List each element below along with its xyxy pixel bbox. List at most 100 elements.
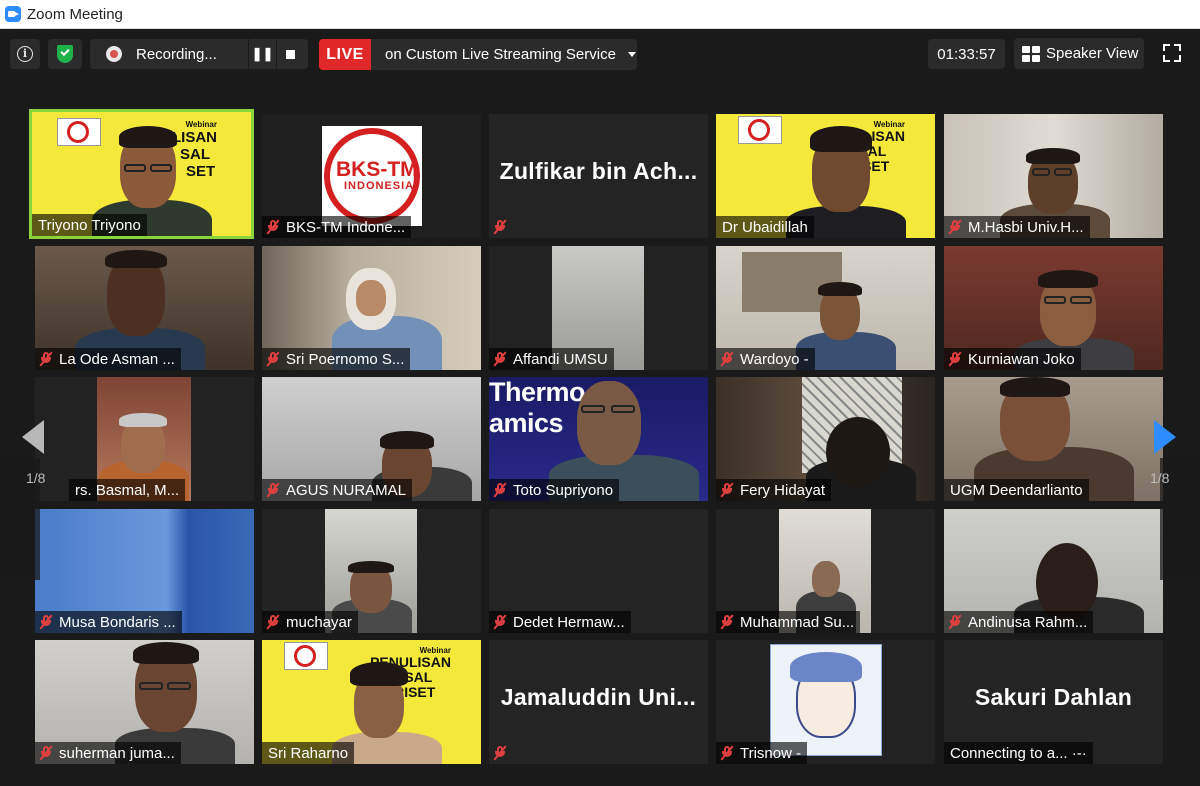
meeting-toolbar: i Recording... ❚❚ LIVE on Custom Live St… [0, 29, 1200, 79]
participant-name: Affandi UMSU [513, 350, 608, 368]
participant-name-tag: suherman juma... [35, 742, 181, 764]
participant-name: M.Hasbi Univ.H... [968, 218, 1084, 236]
participant-name: muchayar [286, 613, 352, 631]
muted-mic-icon [39, 351, 53, 367]
participant-tile[interactable]: Musa Bondaris ... [35, 509, 254, 633]
participant-tile[interactable]: Zulfikar bin Ach... [489, 114, 708, 238]
muted-mic-icon [948, 614, 962, 630]
participant-tile[interactable]: Fery Hidayat [716, 377, 935, 501]
participant-name-tag: Musa Bondaris ... [35, 611, 182, 633]
participant-name: suherman juma... [59, 744, 175, 762]
participant-name: Wardoyo - [740, 350, 809, 368]
participant-tile[interactable]: suherman juma... [35, 640, 254, 764]
participant-tile[interactable]: Wardoyo - [716, 246, 935, 370]
muted-mic-icon [720, 351, 734, 367]
participant-tile[interactable]: Jamaluddin Uni... [489, 640, 708, 764]
participant-name-tag: M.Hasbi Univ.H... [944, 216, 1090, 238]
participant-name: Toto Supriyono [513, 481, 614, 499]
participant-tile[interactable]: Sri Poernomo S... [262, 246, 481, 370]
participant-tile[interactable]: muchayar [262, 509, 481, 633]
participant-tile[interactable]: Affandi UMSU [489, 246, 708, 370]
participant-tile[interactable]: Sakuri Dahlan Connecting to a... ·-· [944, 640, 1163, 764]
live-stream-dropdown[interactable]: LIVE on Custom Live Streaming Service [319, 39, 637, 70]
participant-tile[interactable]: rs. Basmal, M... [35, 377, 254, 501]
fullscreen-button[interactable] [1160, 41, 1184, 65]
muted-mic-icon [39, 614, 53, 630]
participant-name: Muhammad Su... [740, 613, 855, 631]
participant-name-tag: Andinusa Rahm... [944, 611, 1094, 633]
bks-tm-logo [738, 116, 782, 144]
participant-name: AGUS NURAMAL [286, 481, 407, 499]
muted-mic-icon [493, 614, 507, 630]
participant-tile[interactable]: Webinar LISAN SAL SET Triyono Triyono [29, 109, 254, 239]
participant-name: Musa Bondaris ... [59, 613, 176, 631]
participant-name: BKS-TM Indone... [286, 218, 406, 236]
muted-mic-icon [266, 219, 280, 235]
participant-name: Triyono Triyono [32, 214, 147, 236]
security-button[interactable] [48, 39, 82, 69]
view-grid-icon [1022, 45, 1040, 62]
window-title: Zoom Meeting [27, 5, 123, 23]
speaker-view-button[interactable]: Speaker View [1014, 38, 1144, 69]
pause-icon: ❚❚ [251, 46, 274, 61]
participant-tile[interactable]: UGM Deendarlianto [944, 377, 1163, 501]
participant-tile[interactable]: AGUS NURAMAL [262, 377, 481, 501]
pause-recording-button[interactable]: ❚❚ [248, 39, 276, 69]
participant-name-tag: Wardoyo - [716, 348, 815, 370]
stop-icon [286, 49, 295, 59]
bks-tm-logo: BKS-TM INDONESIA [322, 126, 422, 226]
participant-name-tag: Affandi UMSU [489, 348, 614, 370]
participant-display-name: Jamaluddin Uni... [500, 684, 697, 710]
participant-tile[interactable]: Webinar PENULISAN POSAL RISET Sri Raharno [262, 640, 481, 764]
zoom-app-icon [5, 6, 21, 22]
muted-mic-icon [266, 614, 280, 630]
muted-mic-icon [493, 745, 507, 761]
participant-name-tag: Kurniawan Joko [944, 348, 1081, 370]
previous-page-arrow-icon[interactable] [22, 420, 44, 454]
recording-controls: Recording... ❚❚ [90, 39, 308, 69]
participant-tile[interactable]: Muhammad Su... [716, 509, 935, 633]
participant-name-tag: Muhammad Su... [716, 611, 861, 633]
muted-mic-icon [720, 614, 734, 630]
participant-display-name: Zulfikar bin Ach... [499, 158, 698, 184]
stop-recording-button[interactable] [276, 39, 304, 69]
meeting-timer: 01:33:57 [928, 39, 1005, 69]
participant-display-name: Sakuri Dahlan [974, 684, 1133, 710]
participant-name-tag: Toto Supriyono [489, 479, 620, 501]
connection-status: Connecting to a... ·-· [944, 742, 1093, 764]
participant-name-tag: AGUS NURAMAL [262, 479, 413, 501]
participant-tile[interactable]: Thermoamics Toto Supriyono [489, 377, 708, 501]
participant-tile[interactable]: Webinar PENULISANPOSALRISET Dr Ubaidilla… [716, 114, 935, 238]
participant-tile[interactable]: BKS-TM INDONESIA BKS-TM Indone... [262, 114, 481, 238]
next-page-arrow-icon[interactable] [1154, 420, 1176, 454]
shield-check-icon [57, 45, 73, 63]
participant-tile[interactable]: M.Hasbi Univ.H... [944, 114, 1163, 238]
participant-name-tag: BKS-TM Indone... [262, 216, 412, 238]
muted-mic-icon [720, 745, 734, 761]
live-service-label: on Custom Live Streaming Service [385, 46, 616, 63]
participant-tile[interactable]: La Ode Asman ... [35, 246, 254, 370]
muted-mic-icon [948, 351, 962, 367]
participant-name: UGM Deendarlianto [944, 479, 1089, 501]
participant-name: Andinusa Rahm... [968, 613, 1088, 631]
page-indicator-left: 1/8 [26, 470, 46, 486]
participant-name-tag: La Ode Asman ... [35, 348, 181, 370]
meeting-info-button[interactable]: i [10, 39, 40, 69]
muted-mic-icon [39, 745, 53, 761]
speaker-view-label: Speaker View [1046, 45, 1139, 62]
bks-tm-logo [57, 118, 101, 146]
caret-down-icon [627, 52, 636, 57]
participant-name: Trisnow - [740, 744, 802, 762]
participant-tile[interactable]: Dedet Hermaw... [489, 509, 708, 633]
participant-name-tag: Fery Hidayat [716, 479, 832, 501]
participant-name: Dr Ubaidillah [716, 216, 814, 238]
participant-tile[interactable]: Andinusa Rahm... [944, 509, 1163, 633]
muted-mic-icon [493, 351, 507, 367]
recording-label: Recording... [136, 45, 217, 63]
participant-tile[interactable]: Trisnow - [716, 640, 935, 764]
page-indicator-right: 1/8 [1150, 470, 1170, 486]
participant-name: rs. Basmal, M... [69, 479, 186, 501]
participant-name: Dedet Hermaw... [513, 613, 625, 631]
bks-tm-logo [284, 642, 328, 670]
participant-tile[interactable]: Kurniawan Joko [944, 246, 1163, 370]
